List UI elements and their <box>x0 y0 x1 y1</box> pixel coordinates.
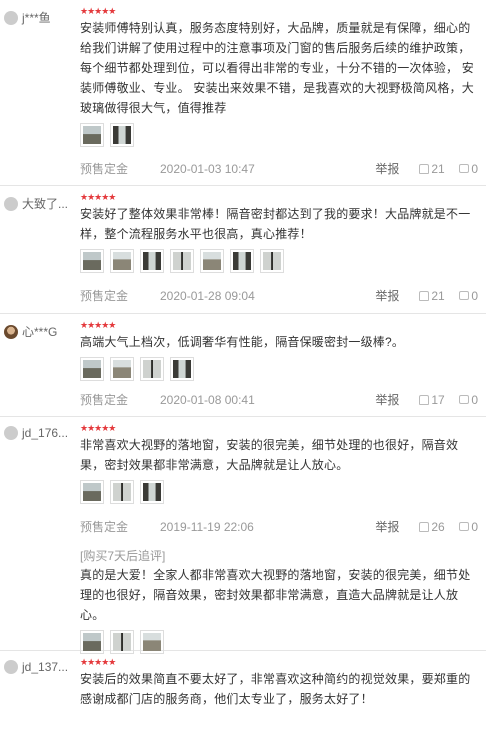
order-type: 预售定金 <box>80 520 129 534</box>
like-button[interactable]: 17 <box>419 393 459 407</box>
star-rating: ★★★★★ <box>80 423 116 433</box>
review-photo-thumb[interactable] <box>80 249 104 273</box>
review-item: 心***G ★★★★★ 高端大气上档次，低调奢华有性能，隔音保暖密封一级棒?。 … <box>0 314 486 417</box>
comment-icon <box>459 291 470 300</box>
review-photo-thumb[interactable] <box>260 249 284 273</box>
order-type: 预售定金 <box>80 162 129 176</box>
avatar <box>4 660 18 674</box>
thumbs-up-icon <box>419 394 430 405</box>
avatar <box>4 10 18 25</box>
comment-button[interactable]: 0 <box>459 393 478 407</box>
username: jd_176... <box>22 426 69 440</box>
review-user: jd_176... <box>4 426 68 440</box>
review-user: j***鱼 <box>4 9 51 26</box>
like-button[interactable]: 21 <box>419 162 459 176</box>
review-text: 高端大气上档次，低调奢华有性能，隔音保暖密封一级棒?。 <box>80 335 405 349</box>
avatar <box>4 196 18 211</box>
review-item: 大致了... ★★★★★ 安装好了整体效果非常棒！隔音密封都达到了我的要求！大品… <box>0 186 486 314</box>
comment-count: 0 <box>471 161 478 176</box>
review-photo-thumb[interactable] <box>110 357 134 381</box>
order-type: 预售定金 <box>80 393 129 407</box>
comment-icon <box>459 522 470 531</box>
review-user: jd_137... <box>4 660 68 674</box>
review-date: 2020-01-03 10:47 <box>160 161 255 176</box>
review-text: 安装师傅特别认真，服务态度特别好，大品牌，质量就是有保障，细心的给我们讲解了使用… <box>80 21 474 115</box>
review-photos <box>80 123 478 147</box>
review-text: 安装好了整体效果非常棒！隔音密封都达到了我的要求！大品牌就是不一样，整个流程服务… <box>80 207 471 241</box>
star-rating: ★★★★★ <box>80 320 116 330</box>
comment-count: 0 <box>471 288 478 303</box>
review-photos <box>80 357 478 381</box>
star-rating: ★★★★★ <box>80 6 116 16</box>
username: jd_137... <box>22 660 69 674</box>
review-photo-thumb[interactable] <box>110 249 134 273</box>
username: 大致了... <box>22 197 69 211</box>
review-item: j***鱼 ★★★★★ 安装师傅特别认真，服务态度特别好，大品牌，质量就是有保障… <box>0 0 486 186</box>
review-photo-thumb[interactable] <box>110 123 134 147</box>
review-photo-thumb[interactable] <box>80 123 104 147</box>
review-photo-thumb[interactable] <box>80 480 104 504</box>
report-link[interactable]: 举报 <box>375 160 419 177</box>
review-photo-thumb[interactable] <box>230 249 254 273</box>
like-count: 21 <box>431 161 445 176</box>
review-photos <box>80 480 478 504</box>
order-type: 预售定金 <box>80 289 129 303</box>
comment-icon <box>459 164 470 173</box>
review-item: jd_137... ★★★★★ 安装后的效果简直不要太好了，非常喜欢这种简约的视… <box>0 651 486 731</box>
report-link[interactable]: 举报 <box>375 287 419 304</box>
review-photo-thumb[interactable] <box>140 357 164 381</box>
review-photo-thumb[interactable] <box>170 357 194 381</box>
review-photo-thumb[interactable] <box>170 249 194 273</box>
review-photo-thumb[interactable] <box>80 357 104 381</box>
report-link[interactable]: 举报 <box>375 518 419 535</box>
like-button[interactable]: 21 <box>419 289 459 303</box>
avatar <box>4 426 18 440</box>
username: 心***G <box>22 325 58 339</box>
review-user: 大致了... <box>4 195 68 212</box>
review-photo-thumb[interactable] <box>110 480 134 504</box>
review-text: 安装后的效果简直不要太好了，非常喜欢这种简约的视觉效果，要郑重的感谢成都门店的服… <box>80 672 471 706</box>
star-rating: ★★★★★ <box>80 657 116 667</box>
like-count: 21 <box>431 288 445 303</box>
comment-icon <box>459 395 470 404</box>
like-count: 17 <box>431 392 445 407</box>
thumbs-up-icon <box>419 290 430 301</box>
review-text: 非常喜欢大视野的落地窗，安装的很完美，细节处理的也很好，隔音效果，密封效果都非常… <box>80 438 459 472</box>
star-rating: ★★★★★ <box>80 192 116 202</box>
review-photo-thumb[interactable] <box>140 480 164 504</box>
like-button[interactable]: 26 <box>419 520 459 534</box>
comment-button[interactable]: 0 <box>459 162 478 176</box>
review-date: 2019-11-19 22:06 <box>160 519 254 534</box>
review-date: 2020-01-28 09:04 <box>160 288 255 303</box>
thumbs-up-icon <box>419 521 430 532</box>
review-user: 心***G <box>4 323 57 340</box>
like-count: 26 <box>431 519 445 534</box>
review-item: jd_176... ★★★★★ 非常喜欢大视野的落地窗，安装的很完美，细节处理的… <box>0 417 486 654</box>
followup-text: 真的是大爱！全家人都非常喜欢大视野的落地窗，安装的很完美，细节处理的也很好，隔音… <box>80 568 471 622</box>
comment-button[interactable]: 0 <box>459 520 478 534</box>
comment-count: 0 <box>471 392 478 407</box>
thumbs-up-icon <box>419 163 430 174</box>
followup-label: [购买7天后追评] <box>80 549 166 563</box>
review-photo-thumb[interactable] <box>140 249 164 273</box>
comment-button[interactable]: 0 <box>459 289 478 303</box>
avatar <box>4 324 18 339</box>
comment-count: 0 <box>471 519 478 534</box>
review-photos <box>80 249 478 273</box>
review-photo-thumb[interactable] <box>200 249 224 273</box>
report-link[interactable]: 举报 <box>375 391 419 408</box>
username: j***鱼 <box>22 11 51 25</box>
review-date: 2020-01-08 00:41 <box>160 392 255 407</box>
